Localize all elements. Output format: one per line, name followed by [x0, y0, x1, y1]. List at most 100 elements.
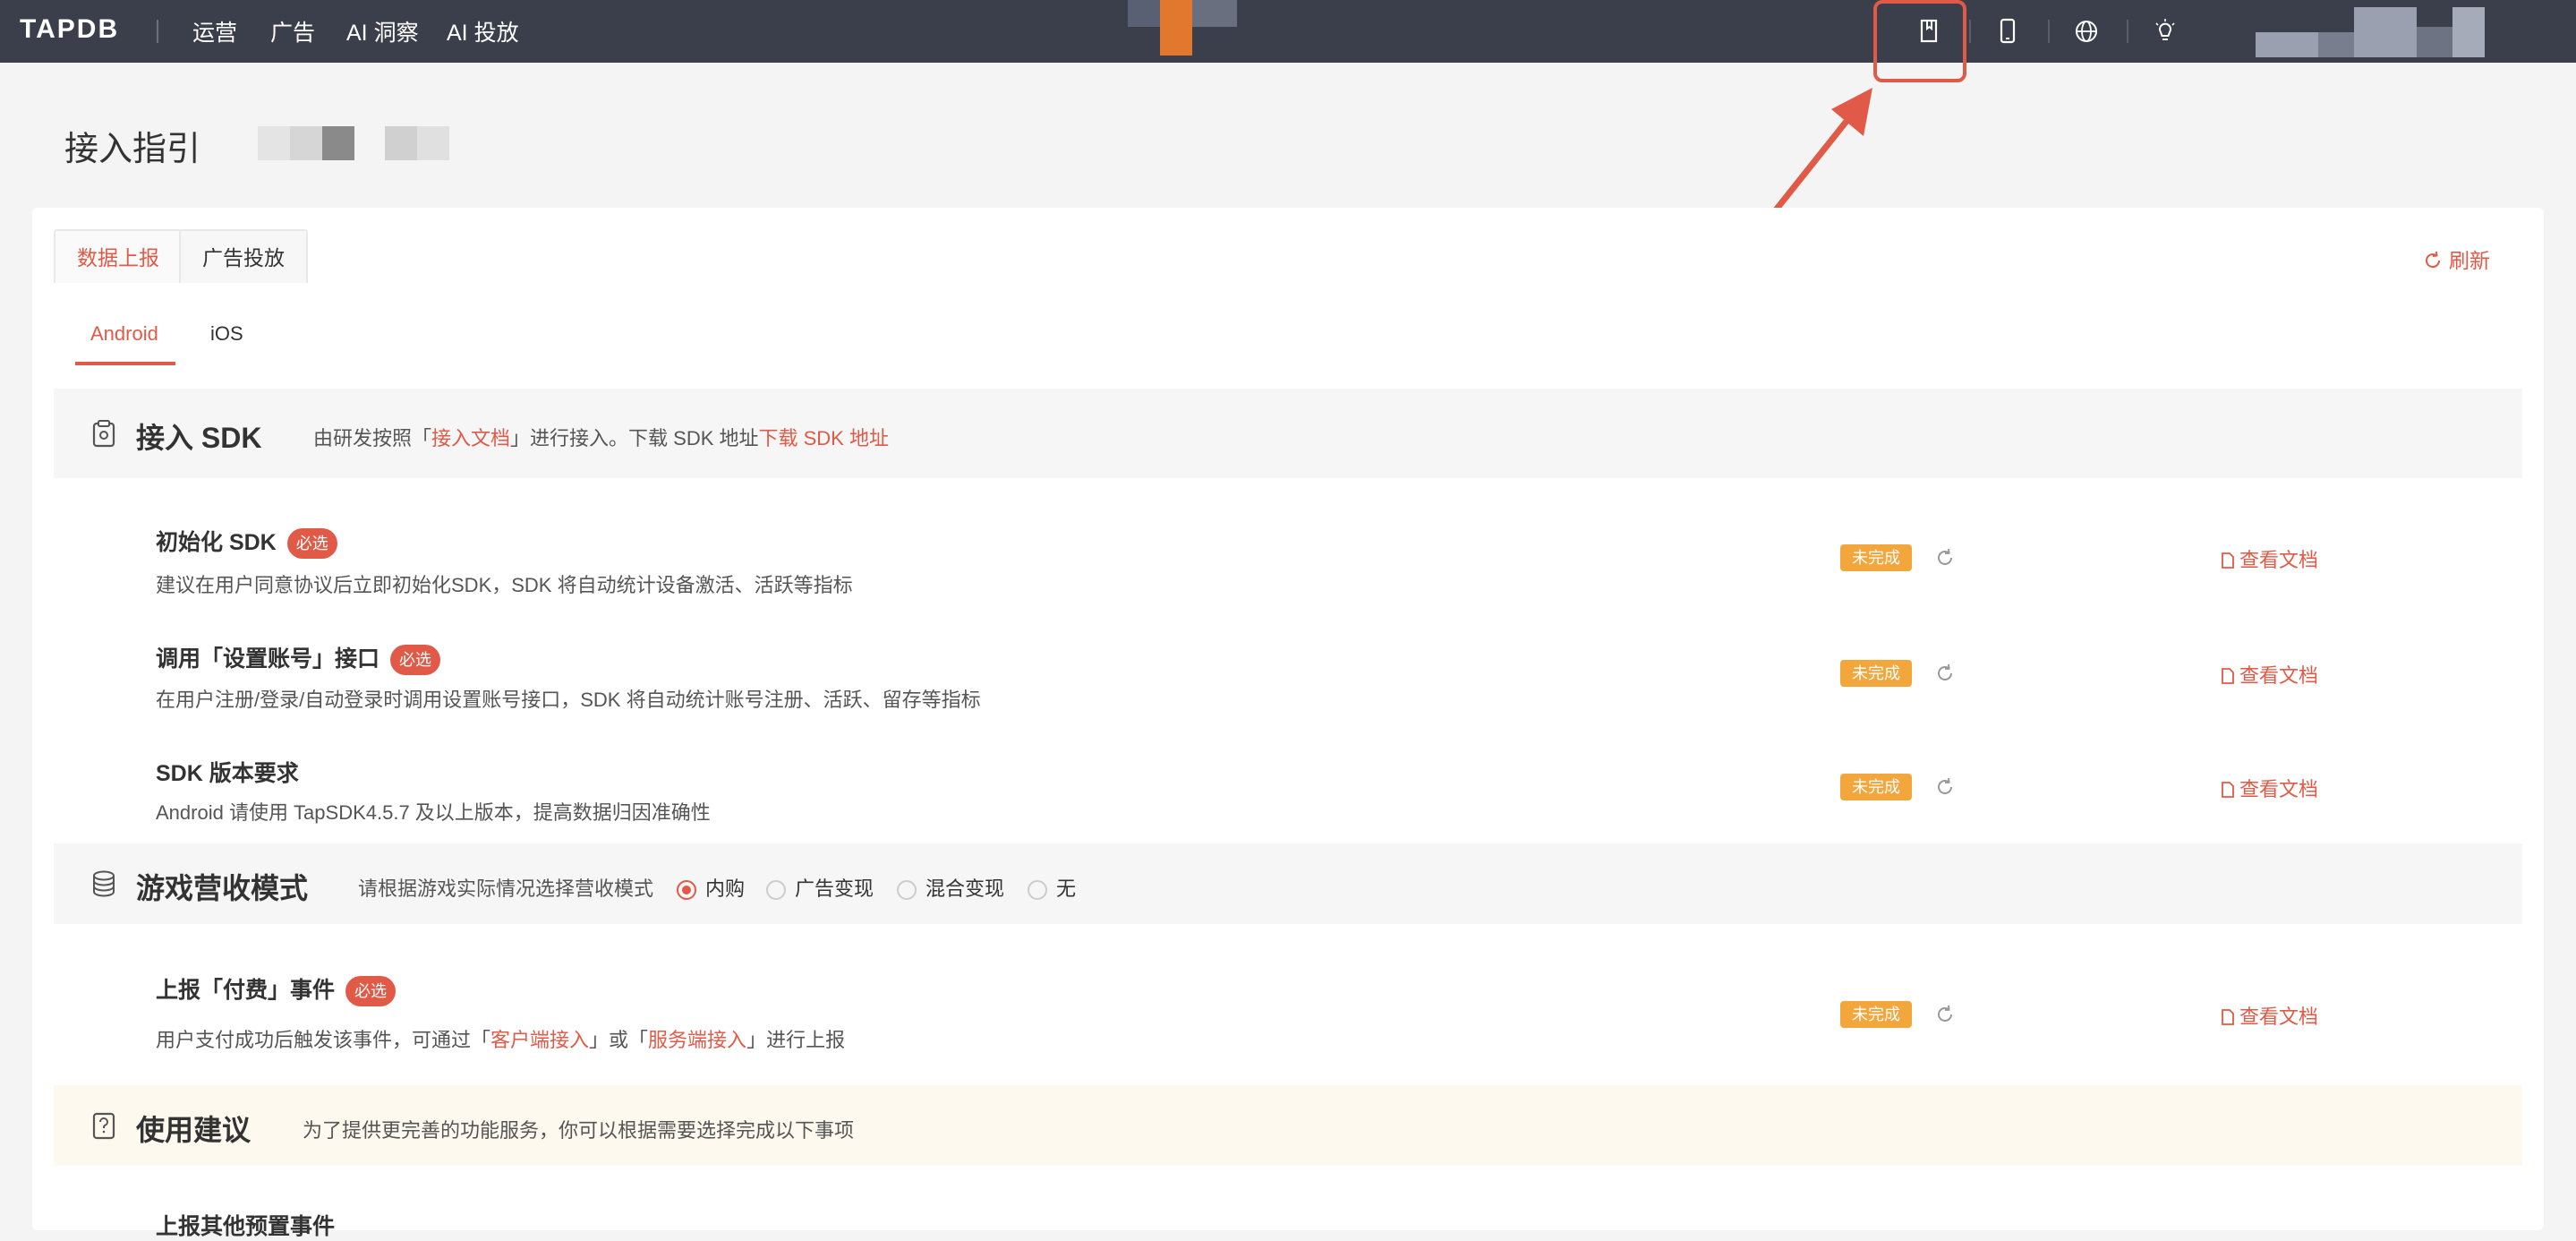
annotation-highlight-box: [1873, 0, 1966, 82]
download-sdk-link[interactable]: 下载 SDK 地址: [759, 427, 889, 449]
tab-ios[interactable]: iOS: [210, 322, 243, 346]
avatar[interactable]: [2452, 7, 2485, 57]
required-badge: 必选: [345, 976, 397, 1007]
task-title-set-account: 调用「设置账号」接口 必选: [156, 641, 441, 676]
annotation-arrow: [1767, 88, 1872, 220]
view-doc-link[interactable]: 查看文档: [2220, 544, 2318, 573]
recheck-icon[interactable]: [1932, 544, 1958, 571]
user-blur: [2318, 32, 2354, 57]
revenue-section-title: 游戏营收模式: [136, 872, 309, 904]
task-desc: 在用户注册/登录/自动登录时调用设置账号接口，SDK 将自动统计账号注册、活跃、…: [156, 689, 981, 711]
recheck-icon[interactable]: [1932, 1001, 1958, 1028]
sdk-section-title: 接入 SDK: [136, 422, 262, 454]
view-doc-link[interactable]: 查看文档: [2220, 774, 2318, 802]
nav-ai-delivery[interactable]: AI 投放: [447, 15, 519, 47]
radio-circle: [766, 880, 786, 900]
radio-none[interactable]: 无: [1028, 873, 1076, 902]
task-title-text: 上报「付费」事件: [156, 978, 336, 1003]
desc-text: 用户支付成功后触发该事件，可通过「: [156, 1029, 491, 1051]
client-access-link[interactable]: 客户端接入: [490, 1029, 589, 1051]
access-doc-link[interactable]: 接入文档: [431, 427, 510, 449]
task-desc: 建议在用户同意协议后立即初始化SDK，SDK 将自动统计设备激活、活跃等指标: [156, 574, 853, 596]
app-name-blur: [258, 126, 290, 160]
user-blur: [2417, 27, 2452, 57]
app-name-blur: [290, 126, 322, 160]
nav-ai-insight[interactable]: AI 洞察: [346, 15, 419, 47]
app-name-blur: [385, 126, 417, 160]
file-icon: [2222, 782, 2234, 798]
toolbar-divider: [2127, 20, 2128, 43]
task-title-text: 初始化 SDK: [156, 530, 277, 555]
file-icon: [2222, 1009, 2234, 1025]
radio-ad-revenue[interactable]: 广告变现: [766, 873, 874, 902]
user-blur[interactable]: [2256, 32, 2318, 57]
radio-label: 无: [1056, 877, 1077, 900]
tab-android[interactable]: Android: [90, 322, 158, 346]
required-badge: 必选: [390, 645, 441, 676]
page-title: 接入指引: [64, 131, 201, 168]
tapdb-logo[interactable]: TAPDB: [20, 14, 119, 45]
tab-data-report[interactable]: 数据上报: [54, 229, 183, 283]
sdk-section-desc: 由研发按照「接入文档」进行接入。下载 SDK 地址下载 SDK 地址: [313, 423, 889, 451]
desc-text: 由研发按照「: [313, 427, 432, 449]
status-badge: 未完成: [1840, 774, 1912, 800]
task-desc: Android 请使用 TapSDK4.5.7 及以上版本，提高数据归因准确性: [156, 801, 711, 824]
main-card: 数据上报 广告投放 刷新 Android iOS 接入 SDK 由研发按照「接入…: [32, 208, 2544, 1239]
bulb-icon[interactable]: [2146, 13, 2184, 50]
radio-label: 广告变现: [795, 877, 874, 900]
refresh-icon: [2426, 251, 2441, 269]
nav-ads[interactable]: 广告: [270, 15, 315, 47]
task-title-sdk-version: SDK 版本要求: [156, 761, 299, 786]
task-title-other-events: 上报其他预置事件: [156, 1214, 336, 1239]
recheck-icon[interactable]: [1932, 774, 1958, 800]
radio-iap[interactable]: 内购: [677, 873, 745, 902]
view-doc-link[interactable]: 查看文档: [2220, 1001, 2318, 1030]
status-badge: 未完成: [1840, 1001, 1912, 1028]
radio-circle: [1028, 880, 1047, 900]
sdk-section-header: 接入 SDK 由研发按照「接入文档」进行接入。下载 SDK 地址下载 SDK 地…: [54, 389, 2522, 478]
tab-ad-delivery[interactable]: 广告投放: [179, 229, 308, 283]
clipboard-icon: [88, 417, 120, 449]
mobile-icon[interactable]: [1989, 13, 2026, 50]
logo-divider: [157, 20, 158, 43]
file-icon: [2222, 552, 2234, 569]
user-blur: [2354, 7, 2417, 57]
radio-hybrid[interactable]: 混合变现: [897, 873, 1004, 902]
revenue-section-header: 游戏营收模式 请根据游戏实际情况选择营收模式 内购 广告变现 混合变现 无: [54, 843, 2522, 924]
desc-text: 」或「: [589, 1029, 649, 1051]
view-doc-link[interactable]: 查看文档: [2220, 660, 2318, 689]
task-title-init-sdk: 初始化 SDK 必选: [156, 525, 337, 560]
task-title-payment-event: 上报「付费」事件 必选: [156, 972, 397, 1007]
refresh-button[interactable]: 刷新: [2422, 244, 2490, 274]
view-doc-label: 查看文档: [2239, 1006, 2319, 1028]
top-navbar: TAPDB 运营 广告 AI 洞察 AI 投放: [0, 0, 2576, 63]
radio-label: 内购: [705, 877, 746, 900]
globe-icon[interactable]: [2068, 13, 2105, 50]
view-doc-label: 查看文档: [2239, 549, 2319, 571]
advice-section-desc: 为了提供更完善的功能服务，你可以根据需要选择完成以下事项: [303, 1119, 855, 1142]
file-icon: [2222, 668, 2234, 684]
app-selector-blur[interactable]: [1128, 0, 1162, 27]
active-tab-indicator: [75, 362, 175, 365]
platform-tab-bar: [54, 297, 2522, 396]
task-desc: 用户支付成功后触发该事件，可通过「客户端接入」或「服务端接入」进行上报: [156, 1024, 845, 1053]
advice-section-header: 使用建议 为了提供更完善的功能服务，你可以根据需要选择完成以下事项: [54, 1085, 2522, 1166]
server-access-link[interactable]: 服务端接入: [648, 1029, 746, 1051]
recheck-icon[interactable]: [1932, 660, 1958, 687]
app-name-blur: [1192, 0, 1237, 27]
refresh-label: 刷新: [2449, 249, 2490, 272]
database-icon: [88, 868, 120, 900]
view-doc-label: 查看文档: [2239, 664, 2319, 687]
required-badge: 必选: [286, 528, 337, 560]
app-name-blur: [417, 126, 449, 160]
app-icon-blur[interactable]: [1160, 0, 1192, 56]
desc-text: 」进行接入。下载 SDK 地址: [510, 427, 759, 449]
app-name-blur: [322, 126, 354, 160]
view-doc-label: 查看文档: [2239, 778, 2319, 800]
question-doc-icon: [88, 1109, 120, 1142]
toolbar-divider: [1969, 20, 1971, 43]
status-badge: 未完成: [1840, 544, 1912, 571]
task-title-text: 调用「设置账号」接口: [156, 646, 380, 672]
nav-operations[interactable]: 运营: [192, 15, 237, 47]
toolbar-divider: [2048, 20, 2050, 43]
